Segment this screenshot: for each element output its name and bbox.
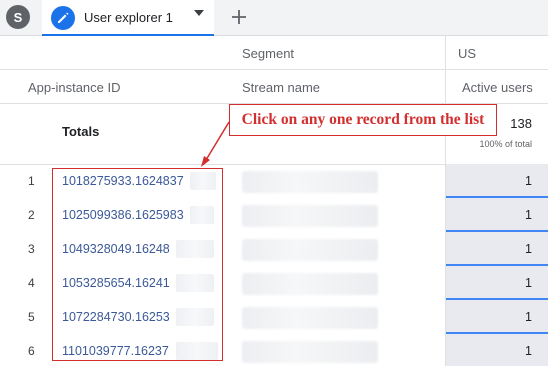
segment-avatar[interactable]: S [6, 5, 30, 29]
redacted-stream-name [242, 239, 378, 261]
active-users-cell [446, 300, 548, 334]
redacted-stream-name [242, 205, 378, 227]
row-number: 4 [28, 276, 35, 290]
row-number: 3 [28, 242, 35, 256]
segment-value: US [458, 46, 477, 61]
column-header-active-users[interactable]: Active users [462, 80, 533, 95]
caret-down-icon[interactable] [194, 10, 204, 16]
active-users-cell [446, 232, 548, 266]
plus-icon [232, 10, 246, 24]
divider [0, 69, 548, 70]
active-users-value: 1 [525, 174, 532, 188]
redacted-stream-name [242, 171, 378, 193]
column-header-id[interactable]: App-instance ID [28, 80, 121, 95]
redacted-stream-name [242, 307, 378, 329]
tab-bar: S User explorer 1 [0, 0, 548, 36]
active-users-cell [446, 334, 548, 366]
redacted-stream-name [242, 273, 378, 295]
tab-user-explorer[interactable]: User explorer 1 [42, 0, 214, 36]
annotation-highlight-box [52, 168, 223, 361]
column-header-stream[interactable]: Stream name [242, 80, 320, 95]
totals-percent: 100% of total [479, 139, 532, 149]
pencil-icon [51, 6, 75, 30]
add-tab-button[interactable] [224, 2, 254, 32]
segment-header: Segment [242, 46, 295, 61]
active-users-value: 1 [525, 310, 532, 324]
active-users-cell [446, 198, 548, 232]
row-number: 6 [28, 344, 35, 358]
row-number: 2 [28, 208, 35, 222]
active-users-value: 1 [525, 242, 532, 256]
active-users-value: 1 [525, 276, 532, 290]
active-users-cell [446, 164, 548, 198]
totals-label: Totals [62, 124, 100, 139]
active-users-cell [446, 266, 548, 300]
annotation-callout: Click on any one record from the list [229, 104, 497, 136]
totals-value: 138 [510, 116, 532, 131]
redacted-stream-name [242, 341, 378, 363]
row-number: 5 [28, 310, 35, 324]
row-number: 1 [28, 174, 35, 188]
active-users-value: 1 [525, 344, 532, 358]
active-users-value: 1 [525, 208, 532, 222]
tab-label: User explorer 1 [84, 10, 173, 25]
